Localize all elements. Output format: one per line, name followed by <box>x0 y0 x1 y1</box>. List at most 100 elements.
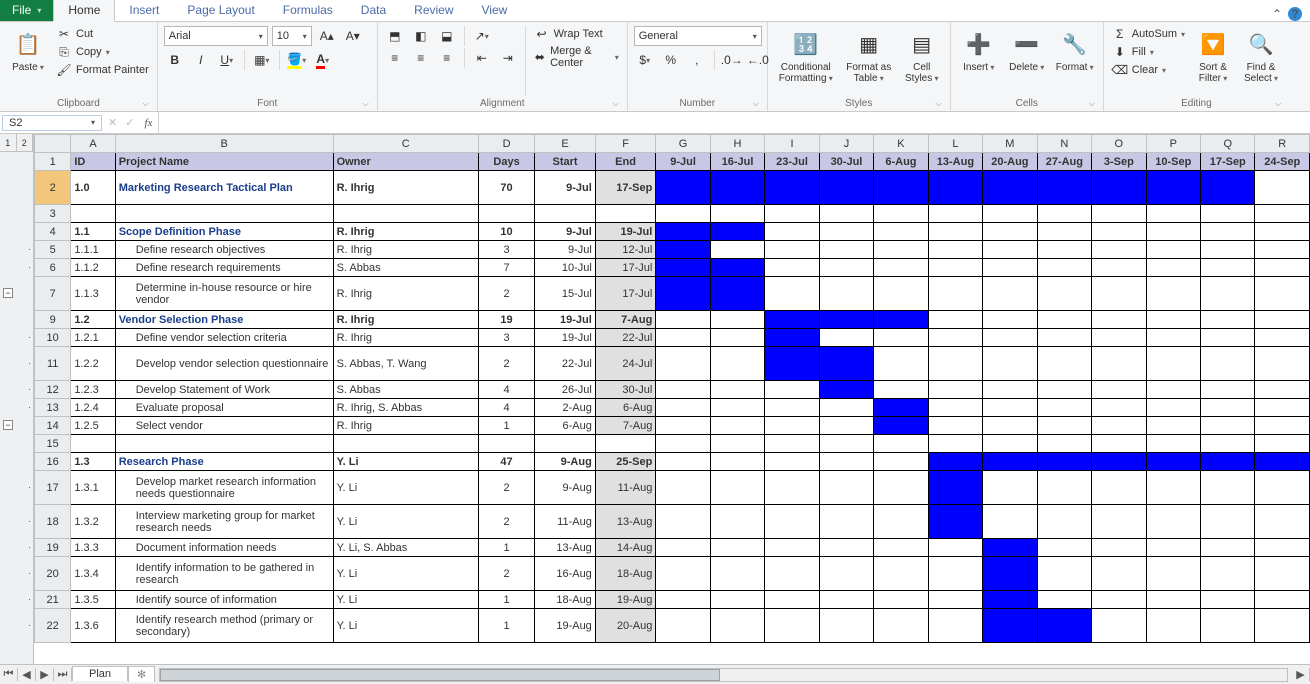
cell[interactable]: Identify information to be gathered in r… <box>115 557 333 591</box>
gantt-cell[interactable] <box>1092 241 1146 259</box>
gantt-cell[interactable] <box>1255 417 1310 435</box>
cell[interactable]: 1.3.6 <box>71 609 115 643</box>
gantt-cell[interactable] <box>765 329 819 347</box>
cell[interactable]: 2 <box>478 347 534 381</box>
gantt-cell[interactable] <box>710 609 764 643</box>
gantt-cell[interactable] <box>983 609 1037 643</box>
gantt-cell[interactable] <box>874 471 928 505</box>
gantt-cell[interactable] <box>983 259 1037 277</box>
cell[interactable]: R. Ihrig <box>333 171 478 205</box>
cell[interactable]: 9-Jul <box>535 171 596 205</box>
gantt-cell[interactable] <box>983 329 1037 347</box>
column-header[interactable]: J <box>819 135 873 153</box>
cell-styles-button[interactable]: ▤Cell Styles <box>900 26 944 84</box>
row-header[interactable]: 13 <box>35 399 71 417</box>
cell[interactable]: R. Ihrig <box>333 329 478 347</box>
column-header[interactable]: N <box>1037 135 1091 153</box>
gantt-cell[interactable] <box>819 223 873 241</box>
gantt-cell[interactable] <box>710 311 764 329</box>
gantt-cell[interactable] <box>1092 539 1146 557</box>
align-top-button[interactable]: ⬒ <box>384 26 406 46</box>
column-header[interactable]: Q <box>1201 135 1255 153</box>
gantt-cell[interactable] <box>656 471 710 505</box>
cell[interactable]: 12-Jul <box>595 241 656 259</box>
gantt-cell[interactable] <box>656 277 710 311</box>
fx-icon[interactable]: fx <box>138 117 158 129</box>
gantt-cell[interactable] <box>1255 539 1310 557</box>
tab-insert[interactable]: Insert <box>115 0 173 21</box>
gantt-cell[interactable] <box>928 399 982 417</box>
gantt-cell[interactable] <box>1146 417 1200 435</box>
cell[interactable]: 11-Aug <box>595 471 656 505</box>
cell[interactable] <box>333 205 478 223</box>
cell[interactable]: 17-Sep <box>595 171 656 205</box>
gantt-cell[interactable] <box>983 471 1037 505</box>
gantt-cell[interactable] <box>983 539 1037 557</box>
gantt-cell[interactable] <box>1146 453 1200 471</box>
gantt-cell[interactable] <box>1255 591 1310 609</box>
gantt-cell[interactable] <box>1201 259 1255 277</box>
cell[interactable]: S. Abbas <box>333 259 478 277</box>
row-header[interactable]: 10 <box>35 329 71 347</box>
row-header[interactable]: 6 <box>35 259 71 277</box>
gantt-cell[interactable] <box>1037 329 1091 347</box>
cell[interactable] <box>595 205 656 223</box>
cell[interactable]: 1.1.2 <box>71 259 115 277</box>
minimize-ribbon-icon[interactable]: ⌃ <box>1272 7 1282 21</box>
gantt-cell[interactable] <box>874 277 928 311</box>
cell[interactable] <box>656 205 710 223</box>
gantt-cell[interactable] <box>819 347 873 381</box>
cell[interactable]: 1.3.4 <box>71 557 115 591</box>
tab-formulas[interactable]: Formulas <box>269 0 347 21</box>
cell[interactable]: 2 <box>478 471 534 505</box>
cell[interactable]: R. Ihrig <box>333 223 478 241</box>
gantt-cell[interactable] <box>874 505 928 539</box>
orientation-button[interactable]: ↗ <box>471 26 493 46</box>
enter-formula-icon[interactable]: ✓ <box>121 116 138 129</box>
cell[interactable]: Select vendor <box>115 417 333 435</box>
cell[interactable]: 7 <box>478 259 534 277</box>
cell[interactable]: 15-Jul <box>535 277 596 311</box>
merge-center-button[interactable]: ⬌Merge & Center <box>532 44 621 70</box>
underline-button[interactable]: U <box>216 50 238 70</box>
cell[interactable]: 14-Aug <box>595 539 656 557</box>
cell[interactable]: 3 <box>478 329 534 347</box>
gantt-cell[interactable] <box>1092 609 1146 643</box>
cell[interactable]: Interview marketing group for market res… <box>115 505 333 539</box>
gantt-cell[interactable] <box>1201 557 1255 591</box>
gantt-cell[interactable] <box>819 505 873 539</box>
cell[interactable]: 24-Jul <box>595 347 656 381</box>
cell[interactable]: 1.1 <box>71 223 115 241</box>
cell[interactable]: 1.2.2 <box>71 347 115 381</box>
cell[interactable]: 1.1.3 <box>71 277 115 311</box>
gantt-cell[interactable] <box>1255 609 1310 643</box>
gantt-cell[interactable] <box>819 417 873 435</box>
gantt-cell[interactable] <box>656 417 710 435</box>
gantt-cell[interactable] <box>874 259 928 277</box>
column-header[interactable]: C <box>333 135 478 153</box>
gantt-cell[interactable] <box>1037 609 1091 643</box>
gantt-cell[interactable] <box>765 241 819 259</box>
cell[interactable]: Evaluate proposal <box>115 399 333 417</box>
gantt-cell[interactable] <box>710 241 764 259</box>
row-header[interactable]: 5 <box>35 241 71 259</box>
gantt-cell[interactable] <box>1201 329 1255 347</box>
cell[interactable]: R. Ihrig <box>333 241 478 259</box>
cell[interactable] <box>1037 205 1091 223</box>
gantt-cell[interactable] <box>1092 557 1146 591</box>
outline-collapse-button[interactable]: − <box>3 420 13 430</box>
gantt-cell[interactable] <box>874 311 928 329</box>
gantt-cell[interactable] <box>1146 329 1200 347</box>
tab-review[interactable]: Review <box>400 0 467 21</box>
gantt-cell[interactable] <box>1201 609 1255 643</box>
tab-page-layout[interactable]: Page Layout <box>173 0 268 21</box>
gantt-cell[interactable] <box>819 381 873 399</box>
gantt-cell[interactable] <box>765 505 819 539</box>
horizontal-scroll-thumb[interactable] <box>160 669 720 681</box>
header-cell[interactable]: 9-Jul <box>656 153 710 171</box>
gantt-cell[interactable] <box>1037 505 1091 539</box>
cell[interactable]: 13-Aug <box>595 505 656 539</box>
gantt-cell[interactable] <box>928 471 982 505</box>
font-name-select[interactable]: Arial▾ <box>164 26 268 46</box>
gantt-cell[interactable] <box>928 171 982 205</box>
